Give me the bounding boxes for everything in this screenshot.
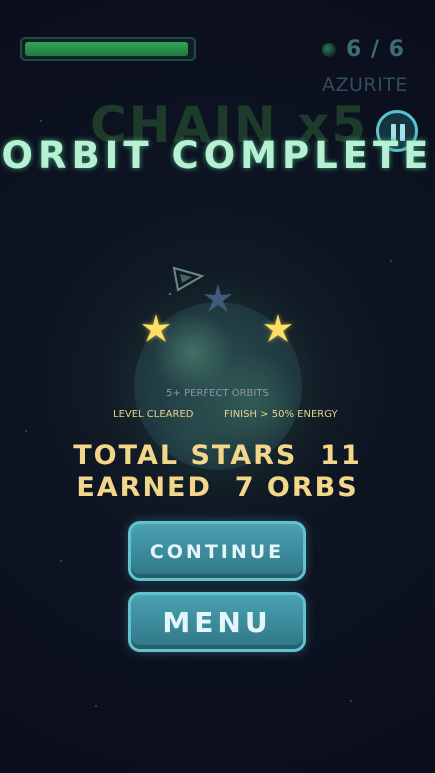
level-name: AZURITE — [322, 74, 408, 96]
star-icon-earned-1 — [142, 314, 170, 342]
orb-icon — [322, 43, 336, 57]
background-star — [390, 260, 392, 262]
result-title: ORBIT COMPLETE — [1, 134, 434, 177]
total-stars: TOTAL STARS 11 — [73, 440, 362, 471]
background-star — [95, 705, 97, 707]
energy-bar-fill — [25, 42, 188, 56]
background-star — [350, 700, 352, 702]
earned-orbs: EARNED 7 ORBS — [76, 472, 359, 503]
objective-perfect-orbits: 5+ PERFECT ORBITS — [166, 388, 269, 399]
background-star — [40, 120, 42, 122]
energy-bar — [20, 37, 196, 61]
objective-finish-energy: FINISH > 50% ENERGY — [224, 409, 338, 420]
star-icon-unearned — [204, 284, 232, 312]
game-stage: 6 / 6 AZURITE CHAIN x5 ORBIT COMPLETE 5+… — [0, 0, 435, 773]
menu-button[interactable]: MENU — [128, 592, 306, 652]
background-star — [25, 430, 27, 432]
background-star — [60, 560, 62, 562]
orb-counter: 6 / 6 — [346, 37, 405, 62]
star-icon-earned-2 — [264, 314, 292, 342]
continue-button[interactable]: CONTINUE — [128, 521, 306, 581]
objective-level-cleared: LEVEL CLEARED — [113, 409, 194, 420]
